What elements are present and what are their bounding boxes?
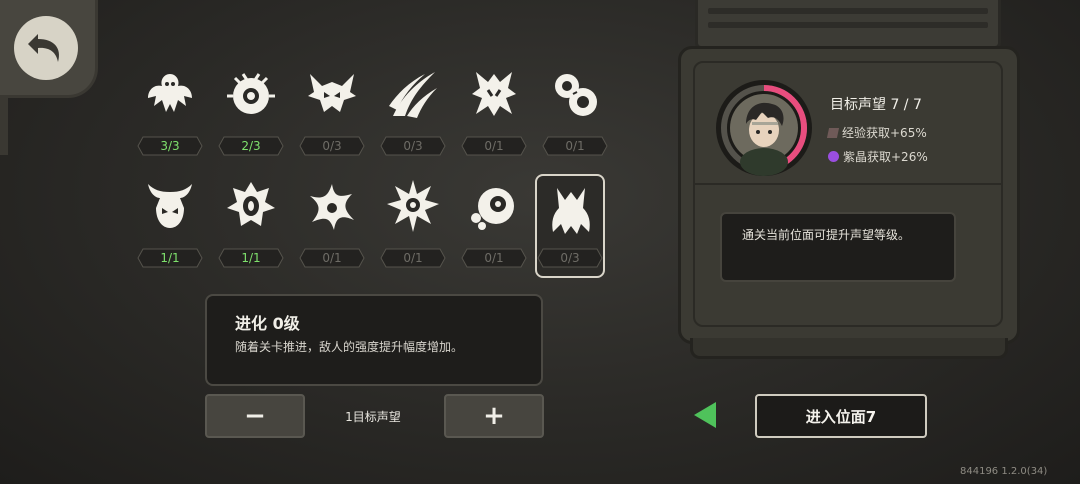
version-text: 844196 1.2.0(34) xyxy=(960,466,1048,477)
crystal-bonus: 紫晶获取+26% xyxy=(828,148,928,165)
left-arrow-icon[interactable] xyxy=(692,400,718,430)
reputation-title: 目标声望 7 / 7 xyxy=(830,97,922,113)
evolution-slot-12[interactable]: 0/3 xyxy=(535,174,605,278)
exp-bonus-text: 经验获取+65% xyxy=(842,126,927,140)
spiked-eye-icon xyxy=(387,180,439,232)
crystal-bonus-text: 紫晶获取+26% xyxy=(843,150,928,164)
evolution-slot-3[interactable]: 0/3 xyxy=(292,66,372,166)
exp-bonus: 经验获取+65% xyxy=(826,124,927,141)
purple-crystal-icon xyxy=(828,151,839,162)
evolution-slot-2[interactable]: 2/3 xyxy=(211,66,291,166)
progress-badge: 1/1 xyxy=(137,248,203,268)
target-reputation-label: 1目标声望 xyxy=(345,410,401,424)
progress-badge: 0/3 xyxy=(299,136,365,156)
eyeball-cluster-icon xyxy=(471,188,514,230)
progress-badge: 0/1 xyxy=(461,248,527,268)
evolution-slot-8[interactable]: 1/1 xyxy=(211,178,291,278)
exp-book-icon xyxy=(826,127,840,138)
tentacle-mask-icon xyxy=(472,72,516,116)
progress-badge: 0/3 xyxy=(380,136,446,156)
progress-badge: 0/1 xyxy=(299,248,365,268)
side-tab xyxy=(0,95,8,155)
progress-badge: 0/3 xyxy=(537,248,603,268)
starfish-icon xyxy=(310,184,354,230)
evolution-slot-5[interactable]: 0/1 xyxy=(454,66,534,166)
cyclops-orb-icon xyxy=(227,73,275,114)
evolution-slot-9[interactable]: 0/1 xyxy=(292,178,372,278)
claw-swipe-icon xyxy=(389,72,437,118)
evolution-level-title: 进化 0级 xyxy=(235,314,300,333)
decrease-button[interactable]: − xyxy=(205,394,305,438)
progress-badge: 0/1 xyxy=(461,136,527,156)
horned-skull-icon xyxy=(148,184,192,228)
evolution-slot-6[interactable]: 0/1 xyxy=(535,66,615,166)
swirl-beast-icon xyxy=(555,74,597,116)
back-button[interactable] xyxy=(0,0,98,98)
panel-bottom-frame xyxy=(690,338,1008,359)
panel-top-frame xyxy=(695,0,1001,49)
increase-button[interactable]: + xyxy=(444,394,544,438)
hint-text: 通关当前位面可提升声望等级。 xyxy=(742,228,911,242)
demon-horns-icon xyxy=(308,74,356,112)
evolution-slot-1[interactable]: 3/3 xyxy=(130,66,210,166)
undo-arrow-icon xyxy=(14,16,78,80)
progress-badge: 2/3 xyxy=(218,136,284,156)
avatar xyxy=(716,80,812,176)
progress-badge: 0/1 xyxy=(380,248,446,268)
evolution-slot-4[interactable]: 0/3 xyxy=(373,66,453,166)
evolution-description: 随着关卡推进，敌人的强度提升幅度增加。 xyxy=(235,340,464,354)
evolution-slot-11[interactable]: 0/1 xyxy=(454,178,534,278)
winged-spirit-icon xyxy=(148,74,192,112)
evolution-info-box: 进化 0级 随着关卡推进，敌人的强度提升幅度增加。 xyxy=(205,294,543,386)
enter-plane-button[interactable]: 进入位面7 xyxy=(755,394,927,438)
progress-badge: 1/1 xyxy=(218,248,284,268)
progress-badge: 3/3 xyxy=(137,136,203,156)
evolution-slot-10[interactable]: 0/1 xyxy=(373,178,453,278)
hint-box: 通关当前位面可提升声望等级。 xyxy=(720,212,956,282)
progress-badge: 0/1 xyxy=(542,136,608,156)
evolution-slot-7[interactable]: 1/1 xyxy=(130,178,210,278)
root-claw-icon xyxy=(552,188,590,234)
crowned-eye-icon xyxy=(227,182,275,226)
